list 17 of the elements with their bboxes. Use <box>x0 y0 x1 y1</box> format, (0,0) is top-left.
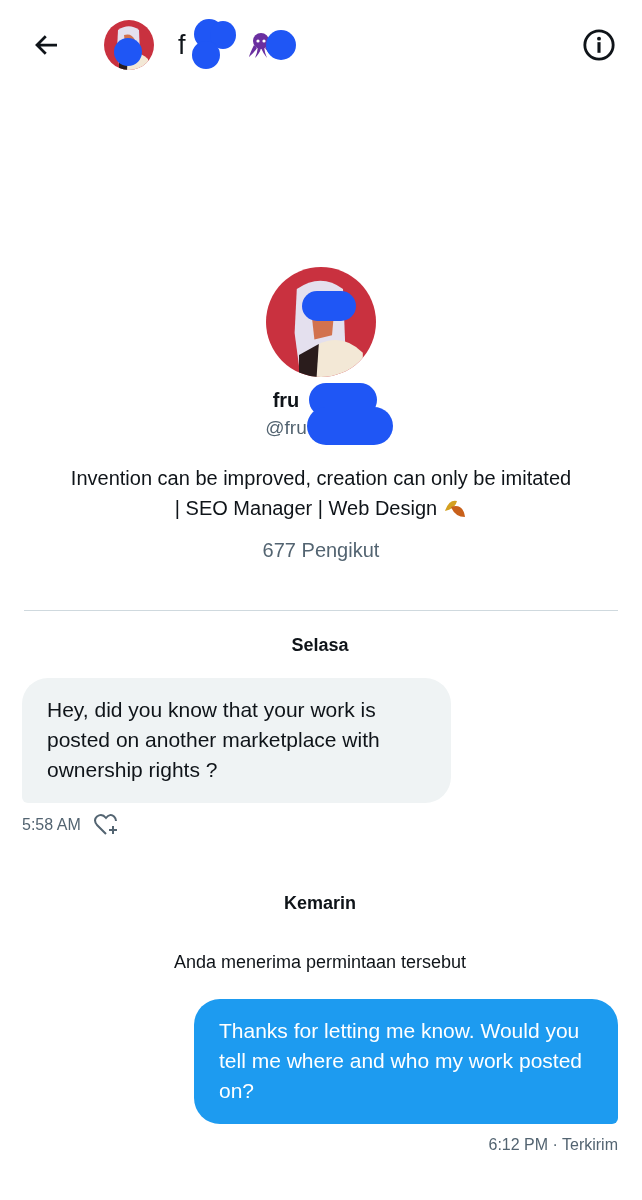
message-status: 6:12 PM · Terkirim <box>488 1136 618 1154</box>
system-notice: Anda menerima permintaan tersebut <box>173 952 467 973</box>
date-divider: Kemarin <box>284 893 356 914</box>
info-icon[interactable] <box>582 28 616 62</box>
profile-name: fru <box>272 389 300 411</box>
message-time: 5:58 AM <box>22 816 81 834</box>
profile-bio: | SEO Manager | Web Design <box>174 496 438 521</box>
message-bubble: Thanks for letting me know. Would you tell me where and who my work posted on? <box>194 999 618 1124</box>
profile-handle: @fru <box>265 417 307 438</box>
contact-name: f <box>178 29 186 61</box>
profile-bio: Invention can be improved, creation can only be imitated <box>70 466 572 491</box>
heart-plus-icon[interactable] <box>92 813 119 837</box>
redaction-mark <box>265 30 296 60</box>
follower-count[interactable]: 677 Pengikut <box>262 539 380 562</box>
message-bubble: Hey, did you know that your work is posted on another marketplace with ownership rights ? <box>22 678 451 803</box>
redaction-mark <box>302 291 356 321</box>
date-divider: Selasa <box>291 635 349 656</box>
